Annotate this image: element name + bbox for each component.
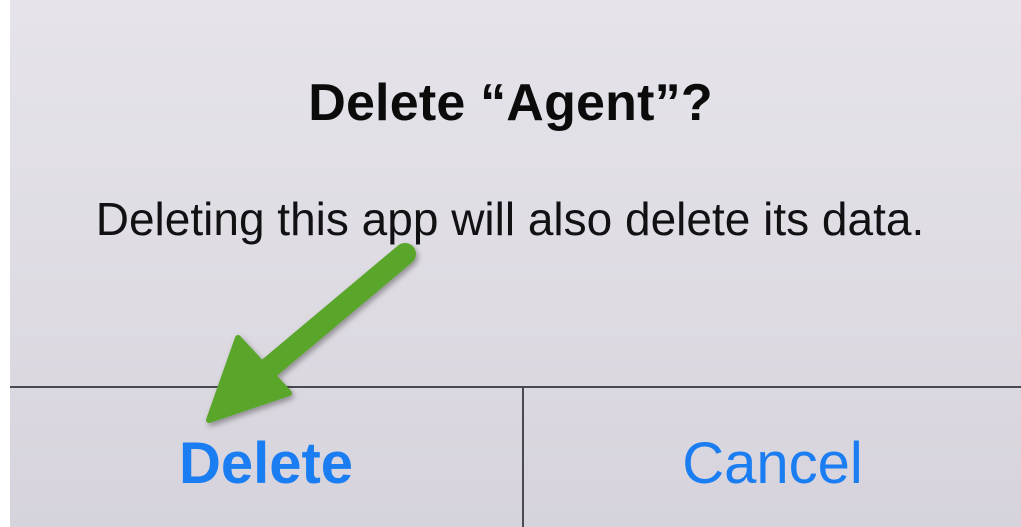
delete-button[interactable]: Delete bbox=[10, 388, 522, 527]
alert-message: Deleting this app will also delete its d… bbox=[95, 193, 925, 245]
alert-title: Delete “Agent”? bbox=[308, 74, 713, 132]
delete-app-alert: Delete “Agent”? Deleting this app will a… bbox=[0, 0, 1021, 527]
cancel-button[interactable]: Cancel bbox=[524, 388, 1021, 527]
